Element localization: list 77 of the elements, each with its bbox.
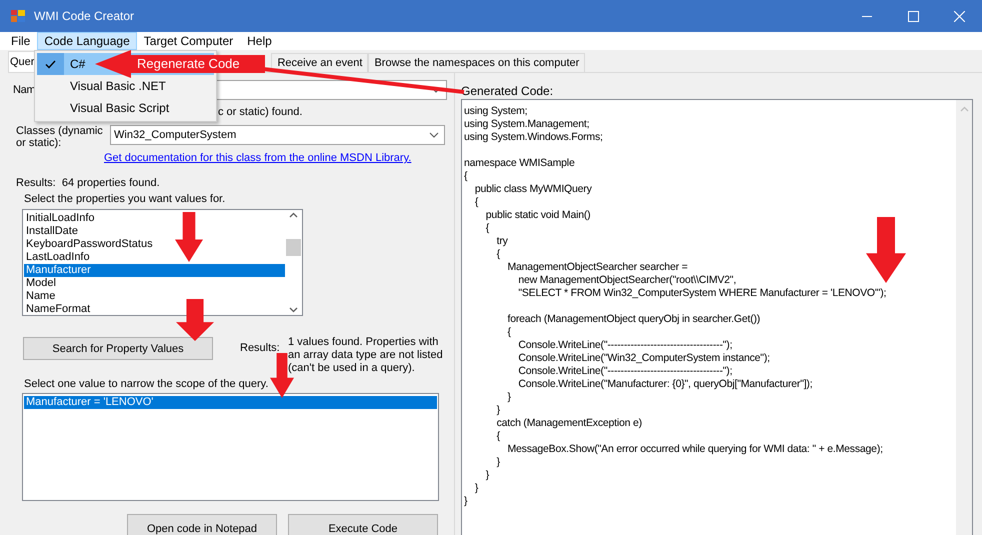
menu-option[interactable]: Visual Basic .NET — [70, 79, 166, 93]
pointer-arrow — [866, 217, 906, 283]
pointer-arrow — [175, 212, 203, 262]
code-line: { — [496, 430, 501, 443]
code-line: foreach (ManagementObject queryObj in searcher.Get()) — [506, 313, 762, 326]
status-text: c or static) found. — [218, 106, 304, 119]
list-item[interactable]: KeyboardPasswordStatus — [24, 238, 285, 251]
code-field[interactable] — [461, 99, 973, 535]
list-item[interactable]: Name — [24, 290, 285, 303]
documentation-link[interactable]: Get documentation for this class from the online MSDN Library. — [104, 152, 454, 165]
instruction-text: Select one value to narrow the scope of the query. — [24, 378, 270, 391]
list-item[interactable]: Manufacturer — [24, 264, 285, 277]
code-line: ManagementObjectSearcher searcher = — [506, 261, 689, 274]
menu-item[interactable]: Target Computer — [136, 32, 240, 50]
menu-option[interactable]: Visual Basic Script — [70, 101, 170, 115]
class-dropdown[interactable]: Win32_ComputerSystem — [110, 125, 445, 145]
code-line: public class MyWMIQuery — [474, 183, 593, 196]
code-line: } — [506, 391, 512, 404]
code-line: } — [496, 456, 501, 469]
code-line: catch (ManagementException e) — [496, 417, 643, 430]
scroll-down-icon — [289, 307, 298, 313]
list-item[interactable]: NameFormat — [24, 303, 285, 316]
code-line: "SELECT * FROM Win32_ComputerSystem WHERE Manufacturer = 'LENOVO'"); — [517, 287, 888, 300]
instruction-text: Select the properties you want values for. — [24, 193, 226, 206]
code-line: using System.Windows.Forms; — [464, 131, 604, 144]
search-button[interactable]: Search for Property Values — [23, 337, 213, 360]
tab[interactable]: Browse the namespaces on this computer — [368, 53, 586, 72]
close-icon — [954, 10, 964, 22]
menu-option[interactable]: C# — [70, 57, 86, 71]
list-item[interactable]: Manufacturer = 'LENOVO' — [24, 396, 437, 409]
section-label: Generated Code: — [461, 84, 554, 98]
code-line: using System; — [464, 105, 528, 118]
window-title: WMI Code Creator — [34, 9, 134, 23]
chevron-down-icon — [429, 132, 439, 138]
list-item[interactable]: InstallDate — [24, 225, 285, 238]
code-line: { — [474, 196, 480, 209]
scrollbar-thumb[interactable] — [286, 239, 301, 256]
results-text: 1 values found. Properties with an array data type are not listed (can't be used in a query). — [288, 336, 444, 374]
list-item[interactable]: Model — [24, 277, 285, 290]
code-line: try — [496, 235, 509, 248]
code-line: { — [484, 222, 490, 235]
results-label: Results: — [240, 342, 281, 356]
menu-item[interactable]: File — [4, 32, 38, 50]
scroll-up-icon — [289, 212, 298, 218]
code-line: } — [484, 469, 490, 482]
code-line: { — [496, 248, 501, 261]
code-line: Console.WriteLine("-----------------------------------"); — [517, 365, 734, 378]
code-line: using System.Management; — [464, 118, 590, 131]
list-item[interactable]: LastLoadInfo — [24, 251, 285, 264]
code-line: new ManagementObjectSearcher("root\\CIMV2", — [517, 274, 738, 287]
pointer-arrow — [176, 299, 214, 341]
code-line: MessageBox.Show("An error occurred while querying for WMI data: " + e.Message); — [506, 443, 884, 456]
app-icon — [10, 8, 26, 24]
code-line: } — [474, 482, 480, 495]
maximize-icon — [908, 10, 918, 22]
property-list[interactable]: InitialLoadInfo InstallDate KeyboardPasswordStatus LastLoadInfo Manufacturer Model Name NameFormat — [22, 209, 303, 316]
code-line: } — [496, 404, 501, 417]
menu-item[interactable]: Code Language — [37, 32, 137, 50]
action-button[interactable]: Execute Code — [288, 514, 438, 535]
action-button[interactable]: Open code in Notepad — [127, 514, 277, 535]
code-line: { — [464, 170, 468, 183]
field-label: Classes (dynamic or static): — [16, 125, 104, 147]
code-line: Console.WriteLine("Manufacturer: {0}", queryObj["Manufacturer"]); — [517, 378, 814, 391]
tab[interactable]: Quer — [8, 51, 36, 72]
menu-item[interactable]: Help — [240, 32, 279, 50]
scroll-up-icon — [960, 106, 968, 112]
code-line: Console.WriteLine("Win32_ComputerSystem instance"); — [517, 352, 771, 365]
tab[interactable]: Receive an event — [271, 53, 368, 72]
code-line: { — [506, 326, 512, 339]
value-list[interactable]: Manufacturer = 'LENOVO' — [22, 393, 439, 501]
annotation-label: Regenerate Code — [137, 56, 240, 71]
code-line: } — [464, 495, 468, 508]
results-text: Results: 64 properties found. — [16, 177, 161, 190]
code-line: namespace WMISample — [464, 157, 576, 170]
code-line: Console.WriteLine("-----------------------------------"); — [517, 339, 734, 352]
list-item[interactable]: InitialLoadInfo — [24, 212, 285, 225]
code-line: public static void Main() — [484, 209, 592, 222]
